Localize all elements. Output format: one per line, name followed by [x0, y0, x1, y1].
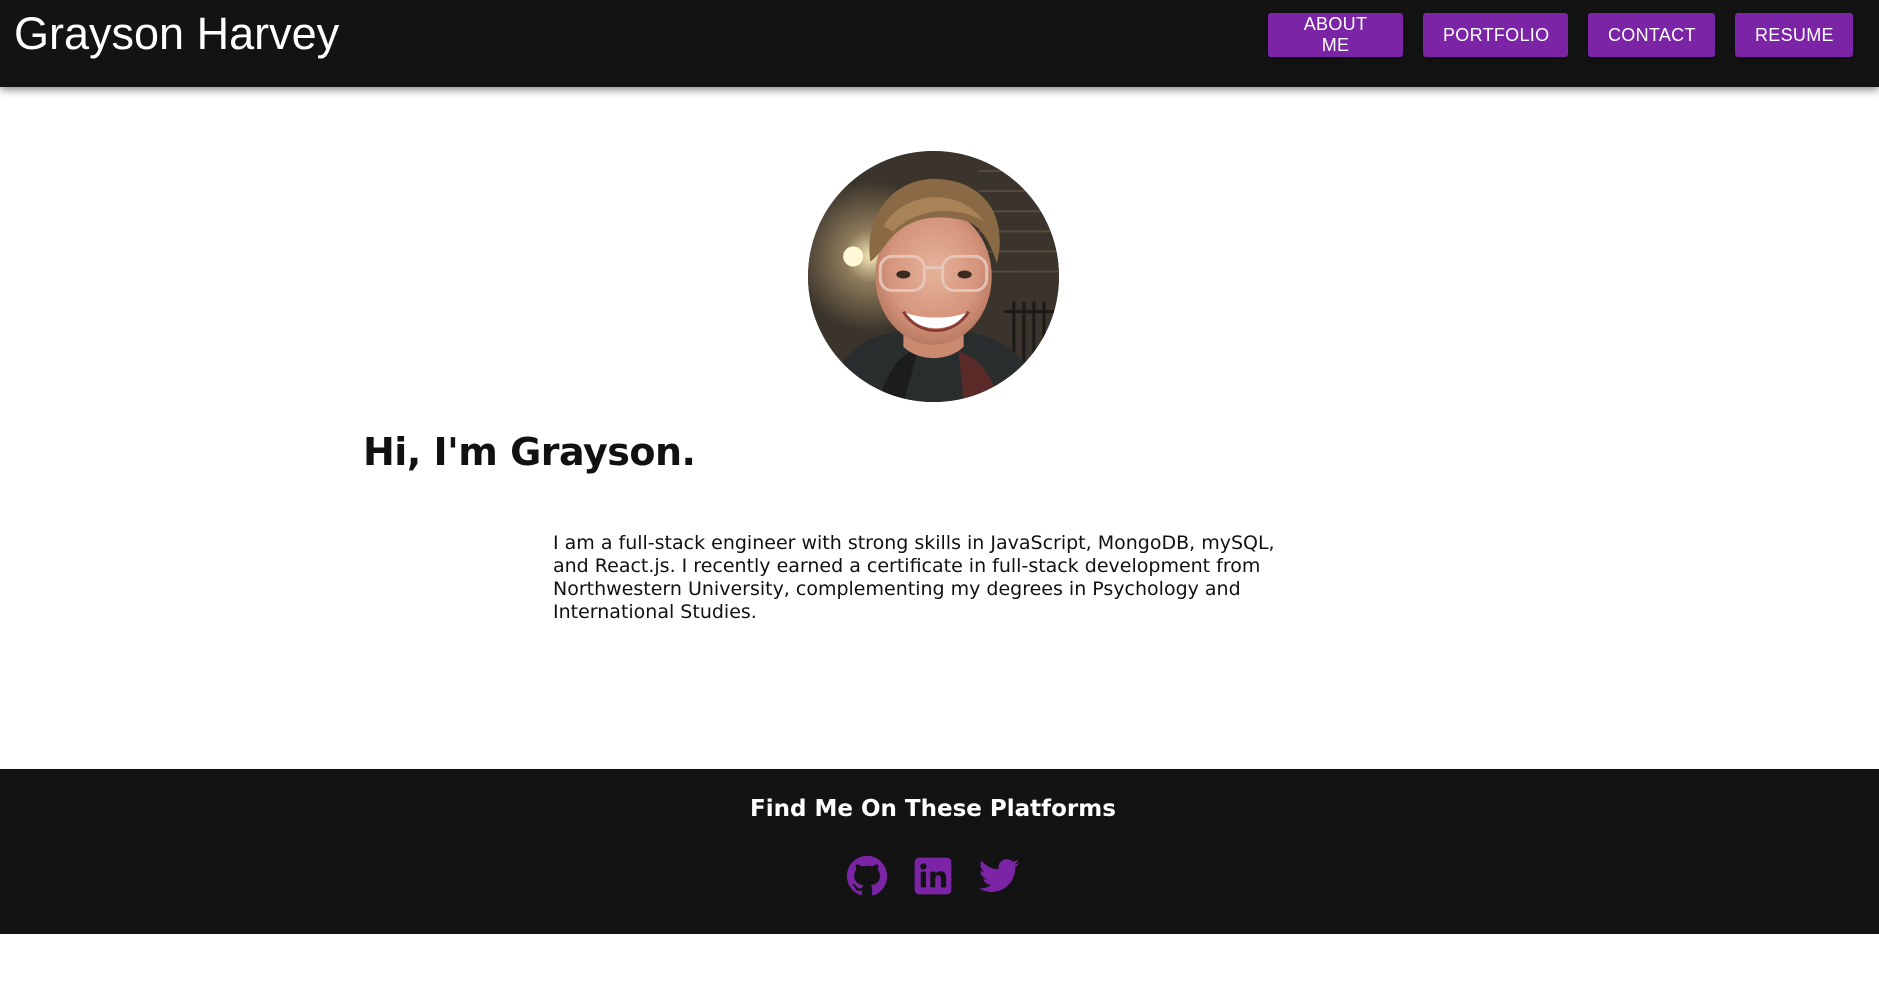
greeting-heading: Hi, I'm Grayson.: [363, 430, 696, 474]
main-nav: ABOUT ME PORTFOLIO CONTACT RESUME: [1268, 13, 1853, 57]
contact-button[interactable]: CONTACT: [1588, 13, 1715, 57]
twitter-link[interactable]: [978, 855, 1020, 897]
github-icon: [846, 855, 888, 896]
linkedin-icon: [914, 857, 952, 895]
twitter-icon: [978, 859, 1020, 892]
profile-avatar: [808, 151, 1059, 402]
profile-photo-image: [808, 151, 1059, 402]
resume-button[interactable]: RESUME: [1735, 13, 1853, 57]
bio-paragraph: I am a full-stack engineer with strong s…: [553, 532, 1275, 623]
portfolio-button[interactable]: PORTFOLIO: [1423, 13, 1568, 57]
site-title[interactable]: Grayson Harvey: [14, 8, 339, 60]
footer-title: Find Me On These Platforms: [750, 796, 1116, 822]
about-me-button[interactable]: ABOUT ME: [1268, 13, 1403, 57]
linkedin-link[interactable]: [912, 855, 954, 897]
social-links: [846, 855, 1020, 897]
top-navbar: Grayson Harvey ABOUT ME PORTFOLIO CONTAC…: [0, 0, 1879, 87]
github-link[interactable]: [846, 855, 888, 897]
